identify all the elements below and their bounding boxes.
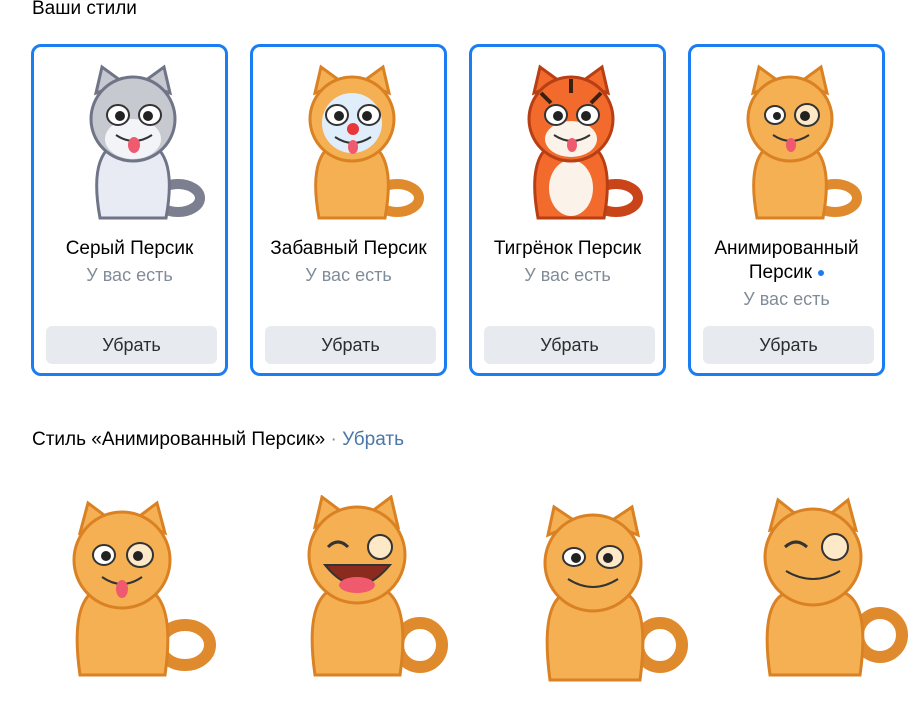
card-title-line1: Анимированный	[714, 238, 859, 259]
grey-cat-icon	[89, 64, 205, 220]
style-card-funny[interactable]: Забавный Персик У вас есть Убрать	[250, 44, 447, 376]
remove-button[interactable]: Убрать	[484, 326, 655, 364]
owned-status: У вас есть	[86, 265, 173, 285]
style-card-animated[interactable]: Анимированный Персик У вас есть Убрать	[688, 44, 885, 376]
new-badge-dot	[818, 269, 825, 276]
style-card-grey[interactable]: Серый Персик У вас есть Убрать	[31, 44, 228, 376]
remove-style-link[interactable]: Убрать	[342, 429, 404, 450]
current-style-label: Стиль «Анимированный Персик»	[32, 429, 326, 450]
remove-button[interactable]: Убрать	[265, 326, 436, 364]
owned-status: У вас есть	[524, 265, 611, 285]
sticker-content-cat-icon	[763, 497, 908, 677]
separator: ·	[330, 429, 337, 450]
funny-cat-icon	[308, 64, 424, 220]
sticker-grin-tongue-cat-icon	[72, 500, 216, 677]
card-title: Тигрёнок Персик	[493, 238, 642, 259]
sticker-smiling-cat-icon	[543, 504, 688, 682]
tiger-cat-icon	[527, 64, 643, 220]
card-title: Анимированный Персик	[691, 237, 882, 285]
card-title-line2-text: Персик	[748, 262, 813, 283]
sticker-laughing-cat-icon	[307, 495, 448, 677]
remove-button[interactable]: Убрать	[703, 326, 874, 364]
page-title: Ваши стили	[32, 0, 137, 19]
card-title: Серый Персик	[65, 238, 194, 259]
card-title-line2: Персик	[691, 261, 882, 285]
animated-cat-icon	[746, 64, 862, 220]
card-title: Забавный Персик	[270, 238, 427, 259]
owned-status: У вас есть	[305, 265, 392, 285]
owned-status: У вас есть	[743, 289, 830, 309]
current-style-line: Стиль «Анимированный Персик» · Убрать	[32, 429, 404, 451]
remove-button[interactable]: Убрать	[46, 326, 217, 364]
style-card-tiger[interactable]: Тигрёнок Персик У вас есть Убрать	[469, 44, 666, 376]
